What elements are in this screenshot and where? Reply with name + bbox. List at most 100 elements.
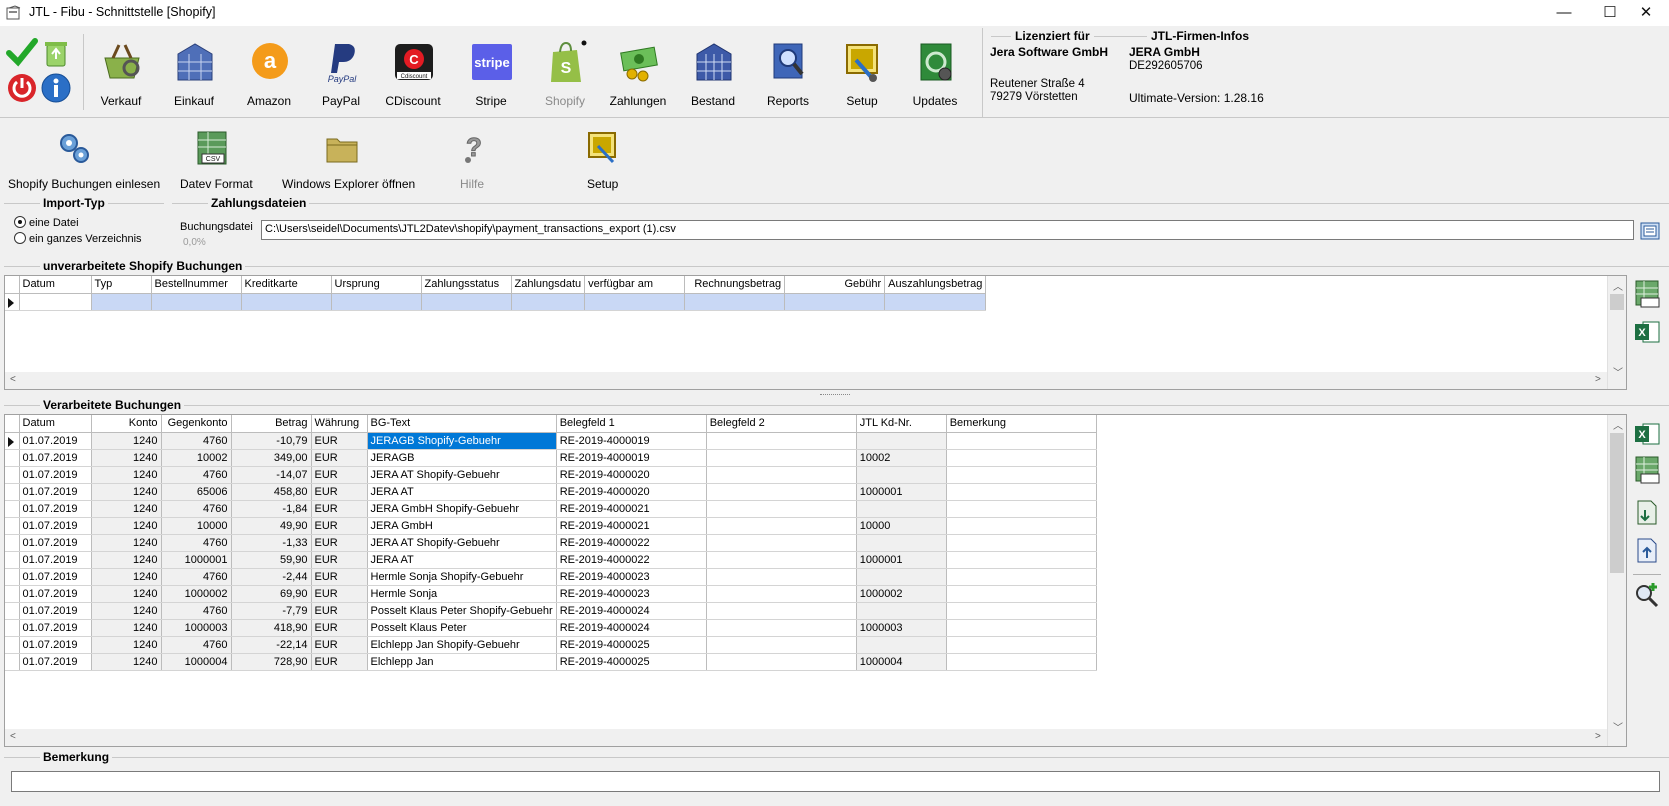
table-cell[interactable]: 01.07.2019 (19, 449, 92, 467)
row-header[interactable] (5, 500, 20, 518)
table-cell[interactable]: 4760 (161, 500, 232, 518)
table-row[interactable]: 01.07.2019 1240 4760 -22,14 EUR Elchlepp Jan … (5, 636, 1097, 654)
table-row[interactable]: 01.07.2019 1240 1000001 59,90 EUR JERA AT RE-2… (5, 551, 1097, 569)
column-header[interactable]: Bestellnummer (151, 276, 242, 294)
table-cell[interactable]: EUR (311, 449, 368, 467)
row-header[interactable] (5, 483, 20, 501)
table-cell[interactable] (856, 602, 947, 620)
remark-input[interactable] (11, 771, 1660, 792)
scroll-thumb[interactable] (1610, 294, 1624, 310)
table-cell[interactable] (706, 483, 857, 501)
table-cell[interactable]: RE-2019-4000020 (556, 466, 707, 484)
column-header[interactable]: Auszahlungsbetrag (884, 276, 987, 294)
table-cell[interactable]: 1000003 (161, 619, 232, 637)
horizontal-scrollbar[interactable]: < > (5, 729, 1607, 746)
row-header[interactable] (5, 602, 20, 620)
table-cell[interactable]: Elchlepp Jan Shopify-Gebuehr (367, 636, 557, 654)
table-cell[interactable] (706, 517, 857, 535)
table-cell[interactable]: 01.07.2019 (19, 466, 92, 484)
table-cell[interactable]: EUR (311, 500, 368, 518)
table-cell[interactable]: 65006 (161, 483, 232, 501)
table-cell[interactable]: RE-2019-4000021 (556, 500, 707, 518)
datev-format-button[interactable]: CSV Datev Format (176, 130, 253, 192)
column-header[interactable]: Währung (311, 415, 368, 433)
table-cell[interactable]: 4760 (161, 466, 232, 484)
table-cell[interactable]: 01.07.2019 (19, 551, 92, 569)
table-cell[interactable]: EUR (311, 483, 368, 501)
table-cell[interactable]: 1240 (91, 500, 162, 518)
table-cell[interactable] (856, 534, 947, 552)
column-header[interactable]: Kreditkarte (241, 276, 332, 294)
table-cell[interactable]: Posselt Klaus Peter Shopify-Gebuehr (367, 602, 557, 620)
column-header[interactable]: Betrag (231, 415, 312, 433)
table-cell[interactable]: JERA GmbH (367, 517, 557, 535)
table-cell[interactable]: RE-2019-4000024 (556, 602, 707, 620)
table-row[interactable]: 01.07.2019 1240 4760 -1,84 EUR JERA GmbH Shop… (5, 500, 1097, 518)
column-header[interactable]: Belegfeld 1 (556, 415, 707, 433)
table-cell[interactable] (946, 568, 1097, 586)
table-cell[interactable]: RE-2019-4000025 (556, 636, 707, 654)
table-cell[interactable]: JERAGB (367, 449, 557, 467)
ribbon-stripe-button[interactable]: stripe Stripe (455, 38, 527, 110)
table-cell[interactable] (946, 551, 1097, 569)
table-cell[interactable]: 01.07.2019 (19, 568, 92, 586)
table-cell[interactable] (946, 500, 1097, 518)
table-cell[interactable]: JERA AT Shopify-Gebuehr (367, 466, 557, 484)
table-cell[interactable]: 1000004 (161, 653, 232, 671)
table-cell[interactable] (946, 636, 1097, 654)
import-document-icon[interactable] (1633, 498, 1661, 526)
table-cell[interactable]: EUR (311, 619, 368, 637)
table-cell[interactable] (946, 602, 1097, 620)
table-cell[interactable] (946, 585, 1097, 603)
scroll-left-icon[interactable]: < (10, 731, 16, 742)
table-cell[interactable] (706, 551, 857, 569)
table-row[interactable]: 01.07.2019 1240 10000 49,90 EUR JERA GmbH RE-2… (5, 517, 1097, 535)
column-header[interactable]: BG-Text (367, 415, 557, 433)
table-cell[interactable]: 10002 (161, 449, 232, 467)
table-cell[interactable] (706, 653, 857, 671)
column-header[interactable]: Konto (91, 415, 162, 433)
table-cell[interactable] (856, 568, 947, 586)
table-cell[interactable]: 01.07.2019 (19, 500, 92, 518)
table-cell[interactable]: 01.07.2019 (19, 483, 92, 501)
table-cell[interactable]: RE-2019-4000019 (556, 449, 707, 467)
table-cell[interactable]: 1000004 (856, 653, 947, 671)
table-cell[interactable]: EUR (311, 602, 368, 620)
splitter-grip[interactable] (820, 394, 850, 396)
table-cell[interactable] (706, 534, 857, 552)
table-cell[interactable] (706, 449, 857, 467)
read-bookings-button[interactable]: Shopify Buchungen einlesen (6, 130, 160, 192)
table-cell[interactable] (706, 636, 857, 654)
table-cell[interactable] (946, 449, 1097, 467)
table-cell[interactable] (706, 602, 857, 620)
ribbon-bestand-button[interactable]: Bestand (677, 38, 749, 110)
table-row[interactable]: 01.07.2019 1240 4760 -10,79 EUR JERAGB Shopif… (5, 432, 1097, 450)
table-cell[interactable]: 4760 (161, 568, 232, 586)
table-cell[interactable]: JERA GmbH Shopify-Gebuehr (367, 500, 557, 518)
table-cell[interactable]: 01.07.2019 (19, 653, 92, 671)
row-header[interactable] (5, 534, 20, 552)
table-cell[interactable]: 1240 (91, 602, 162, 620)
row-header[interactable] (5, 619, 20, 637)
table-cell[interactable]: 1240 (91, 534, 162, 552)
table-cell[interactable]: EUR (311, 534, 368, 552)
ribbon-paypal-button[interactable]: PayPal PayPal (305, 38, 377, 110)
table-cell[interactable]: 1240 (91, 432, 162, 450)
table-cell[interactable]: 49,90 (231, 517, 312, 535)
row-header[interactable] (5, 432, 20, 450)
table-cell[interactable]: RE-2019-4000020 (556, 483, 707, 501)
column-header[interactable]: Belegfeld 2 (706, 415, 857, 433)
table-row[interactable]: 01.07.2019 1240 1000003 418,90 EUR Posselt Kl… (5, 619, 1097, 637)
single-file-radio[interactable]: eine Datei (14, 216, 79, 229)
table-cell[interactable]: EUR (311, 517, 368, 535)
table-cell[interactable]: RE-2019-4000022 (556, 551, 707, 569)
column-header[interactable]: Typ (91, 276, 152, 294)
ribbon-einkauf-button[interactable]: Einkauf (158, 38, 230, 110)
table-cell[interactable] (856, 432, 947, 450)
table-cell[interactable]: 1240 (91, 653, 162, 671)
table-cell[interactable]: RE-2019-4000023 (556, 568, 707, 586)
table-cell[interactable] (856, 500, 947, 518)
scroll-down-icon[interactable]: ﹀ (1613, 364, 1623, 379)
table-cell[interactable]: EUR (311, 568, 368, 586)
table-cell[interactable]: 1240 (91, 619, 162, 637)
